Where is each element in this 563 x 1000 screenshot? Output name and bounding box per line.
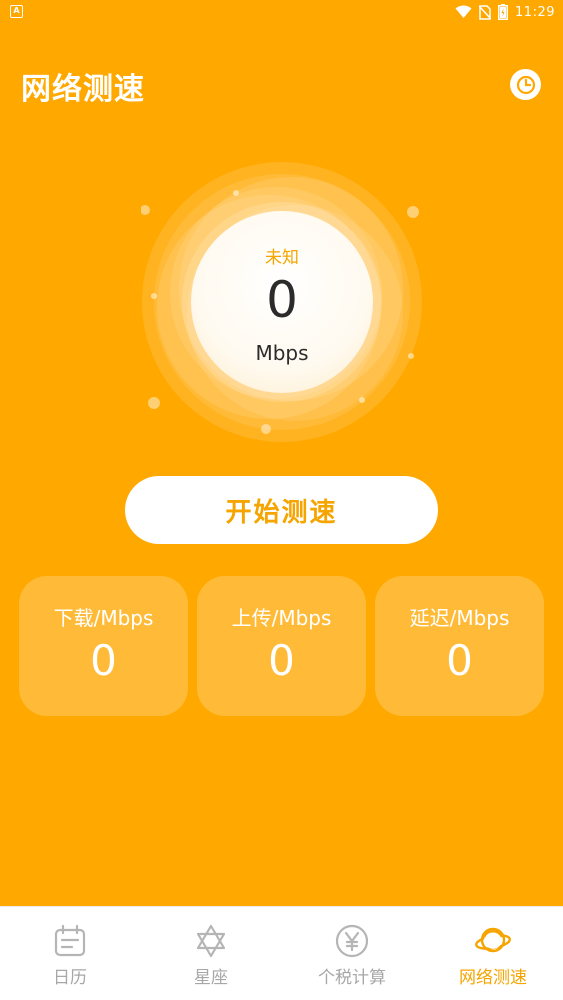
gauge-unit: Mbps (255, 341, 309, 365)
nav-item-horoscope[interactable]: 星座 (141, 907, 281, 1000)
clock-icon (516, 75, 535, 94)
nav-item-tax-calculator[interactable]: 个税计算 (282, 907, 422, 1000)
page-title: 网络测速 (21, 72, 145, 107)
history-button[interactable] (510, 69, 541, 100)
status-icons: 11:29 (455, 3, 555, 21)
nav-label-tax-calculator: 个税计算 (318, 968, 386, 988)
nav-label-speed-test: 网络测速 (459, 968, 527, 988)
download-card: 下载/Mbps 0 (19, 576, 188, 716)
yuan-icon (335, 924, 369, 958)
latency-value: 0 (446, 636, 473, 685)
status-bar: A 11:29 (0, 0, 563, 24)
screen: A 11:29 网络测速 未知 0 Mbps 开始测速 下载/Mbps 0 上传… (0, 0, 563, 1000)
download-value: 0 (90, 636, 117, 685)
nav-label-horoscope: 星座 (194, 968, 228, 988)
gauge-status: 未知 (265, 248, 299, 268)
nav-item-calendar[interactable]: 日历 (0, 907, 140, 1000)
upload-label: 上传/Mbps (231, 606, 332, 630)
star-of-david-icon (196, 924, 226, 958)
nav-item-speed-test[interactable]: 网络测速 (423, 907, 563, 1000)
download-label: 下载/Mbps (53, 606, 154, 630)
speed-gauge: 未知 0 Mbps (141, 161, 423, 443)
bottom-nav: 日历 星座 个税计算 网络测速 (0, 906, 563, 1000)
battery-icon (498, 4, 509, 20)
latency-label: 延迟/Mbps (409, 606, 510, 630)
latency-card: 延迟/Mbps 0 (375, 576, 544, 716)
no-sim-icon (479, 4, 492, 20)
wifi-icon (455, 5, 472, 18)
start-test-button[interactable]: 开始测速 (125, 476, 438, 544)
planet-icon (475, 927, 511, 953)
gauge-value: 0 (266, 271, 298, 329)
upload-value: 0 (268, 636, 295, 685)
upload-card: 上传/Mbps 0 (197, 576, 366, 716)
calendar-icon (54, 924, 86, 957)
nav-label-calendar: 日历 (53, 968, 87, 988)
status-time: 11:29 (515, 4, 555, 20)
gauge-core: 未知 0 Mbps (191, 211, 373, 393)
app-notification-icon: A (10, 5, 23, 18)
